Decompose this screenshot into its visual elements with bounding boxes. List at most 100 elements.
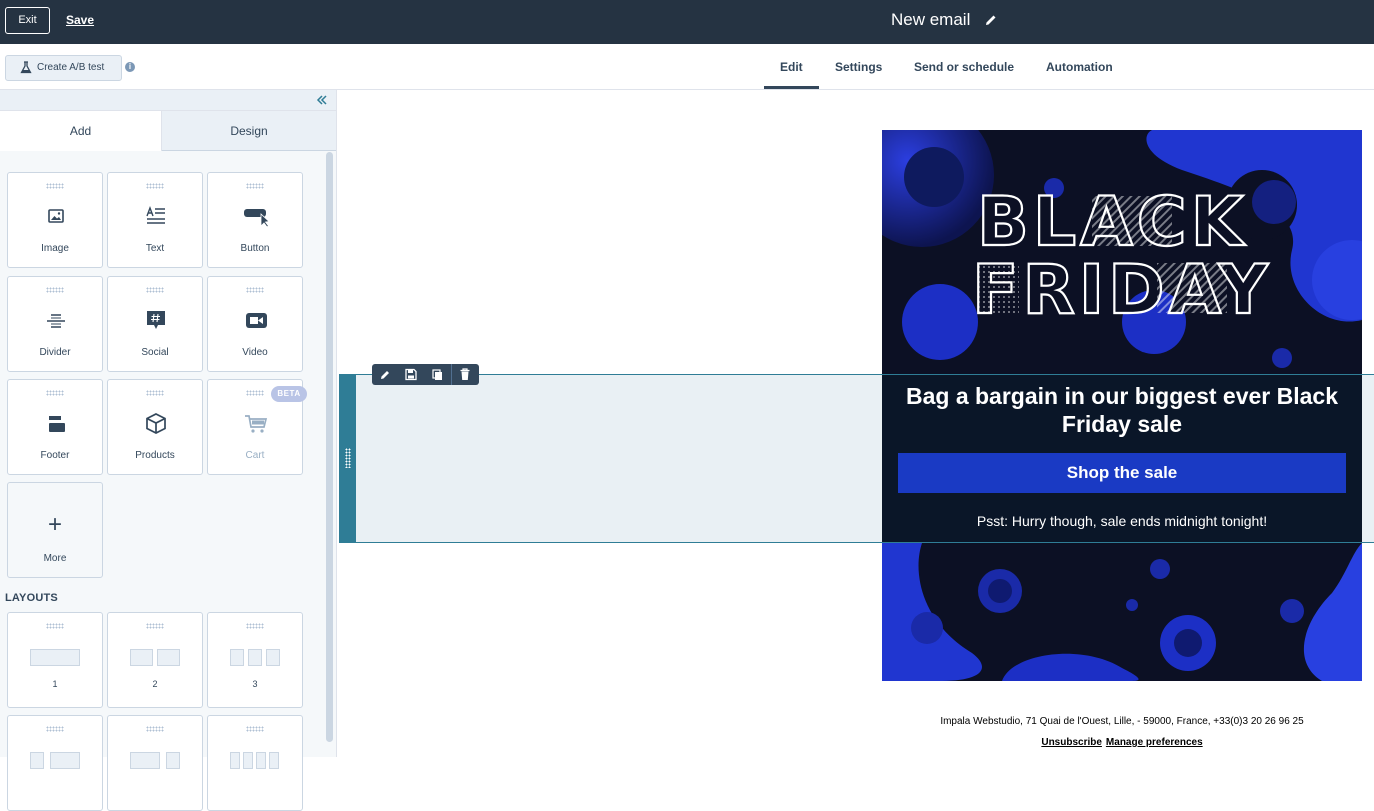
drag-handle-icon[interactable] (46, 390, 64, 396)
module-video[interactable]: Video (207, 276, 303, 372)
abstract-bubbles-graphic (882, 543, 1362, 681)
panel-scrollbar[interactable] (326, 152, 333, 742)
layout-column-block (130, 752, 160, 769)
layout-column-block (130, 649, 153, 666)
tab-edit[interactable]: Edit (780, 60, 803, 74)
module-divider[interactable]: Divider (7, 276, 103, 372)
shop-the-sale-button[interactable]: Shop the sale (898, 453, 1346, 493)
edit-icon[interactable] (375, 367, 395, 382)
layout-two-column[interactable]: 2 (107, 612, 203, 708)
top-bar: Exit Save New email (0, 0, 1374, 44)
plus-icon: + (47, 511, 62, 538)
footer-icon (49, 416, 65, 432)
drag-grip-icon (345, 448, 351, 468)
image-icon (48, 209, 64, 223)
drag-handle-icon[interactable] (46, 287, 64, 293)
drag-handle-icon[interactable] (246, 390, 264, 396)
promo-note[interactable]: Psst: Hurry though, sale ends midnight t… (882, 513, 1362, 529)
panel-tab-design[interactable]: Design (162, 111, 336, 151)
delete-icon[interactable] (455, 367, 475, 382)
module-more[interactable]: + More (7, 482, 103, 578)
create-ab-test-button[interactable]: Create A/B test (5, 55, 122, 81)
hero-image[interactable]: BLACK FRIDAY (882, 130, 1362, 375)
layout-column-block (243, 752, 253, 769)
module-label: Video (242, 347, 268, 358)
drag-handle-icon[interactable] (246, 183, 264, 189)
layout-column-block (248, 649, 262, 666)
drag-handle-icon[interactable] (146, 623, 164, 629)
divider-icon (47, 314, 65, 328)
products-icon (146, 413, 166, 434)
layout-three-column[interactable]: 3 (207, 612, 303, 708)
layout-column-block (30, 649, 80, 666)
layout-label: 1 (52, 679, 58, 689)
tab-automation[interactable]: Automation (1046, 60, 1113, 74)
pencil-icon[interactable] (984, 13, 998, 27)
layout-label: 3 (252, 679, 258, 689)
drag-handle-icon[interactable] (46, 623, 64, 629)
social-icon (147, 311, 165, 329)
flask-icon (20, 61, 32, 74)
save-link[interactable]: Save (66, 13, 94, 27)
drag-handle-icon[interactable] (146, 726, 164, 732)
layout-column-block (230, 752, 240, 769)
footer-links: Unsubscribe Manage preferences (882, 737, 1362, 748)
module-label: Social (141, 347, 169, 358)
text-icon (146, 206, 165, 224)
manage-preferences-link[interactable]: Manage preferences (1106, 737, 1203, 748)
drag-handle-icon[interactable] (46, 183, 64, 189)
collapse-row (0, 90, 336, 111)
exit-button[interactable]: Exit (5, 7, 50, 34)
drag-handle-icon[interactable] (246, 287, 264, 293)
drag-handle-icon[interactable] (46, 726, 64, 732)
layout-column-block (230, 649, 244, 666)
module-products[interactable]: Products (107, 379, 203, 475)
module-cart[interactable]: BETA Cart (207, 379, 307, 475)
section-drag-handle[interactable] (339, 374, 356, 543)
sub-navigation-bar: Create A/B test i Edit Settings Send or … (0, 44, 1374, 90)
layout-label: 2 (152, 679, 158, 689)
layout-column-block (157, 649, 180, 666)
layout-card[interactable] (7, 715, 103, 811)
drag-handle-icon[interactable] (246, 726, 264, 732)
footer-image[interactable] (882, 543, 1362, 681)
module-label: Image (41, 243, 69, 254)
section-toolbar (372, 364, 479, 385)
button-icon (244, 209, 270, 228)
black-friday-graphic: BLACK FRIDAY (882, 130, 1362, 375)
layout-card[interactable] (207, 715, 303, 811)
collapse-panel-icon[interactable] (316, 94, 328, 106)
active-tab-indicator (764, 86, 819, 89)
drag-handle-icon[interactable] (146, 183, 164, 189)
promo-block[interactable]: Bag a bargain in our biggest ever Black … (882, 375, 1362, 542)
create-ab-test-label: Create A/B test (37, 62, 105, 73)
module-label: Button (240, 243, 270, 254)
save-section-icon[interactable] (401, 367, 421, 382)
clone-icon[interactable] (427, 367, 447, 382)
toolbar-separator (451, 364, 452, 385)
layout-one-column[interactable]: 1 (7, 612, 103, 708)
module-label: Divider (39, 347, 71, 358)
tab-send-or-schedule[interactable]: Send or schedule (914, 60, 1014, 74)
module-label: More (43, 553, 67, 564)
module-image[interactable]: Image (7, 172, 103, 268)
footer-address: Impala Webstudio, 71 Quai de l'Ouest, Li… (940, 716, 1304, 727)
email-title[interactable]: New email (891, 10, 970, 30)
drag-handle-icon[interactable] (246, 623, 264, 629)
layout-column-block (266, 649, 280, 666)
drag-handle-icon[interactable] (146, 287, 164, 293)
module-footer[interactable]: Footer (7, 379, 103, 475)
layout-card[interactable] (107, 715, 203, 811)
layout-column-block (30, 752, 44, 769)
module-text[interactable]: Text (107, 172, 203, 268)
drag-handle-icon[interactable] (146, 390, 164, 396)
module-label: Cart (245, 450, 265, 461)
module-label: Products (135, 450, 175, 461)
promo-headline[interactable]: Bag a bargain in our biggest ever Black … (882, 382, 1362, 438)
info-icon[interactable]: i (125, 62, 135, 72)
unsubscribe-link[interactable]: Unsubscribe (1041, 737, 1102, 748)
module-button[interactable]: Button (207, 172, 303, 268)
tab-settings[interactable]: Settings (835, 60, 882, 74)
panel-tab-add[interactable]: Add (0, 111, 162, 151)
module-social[interactable]: Social (107, 276, 203, 372)
